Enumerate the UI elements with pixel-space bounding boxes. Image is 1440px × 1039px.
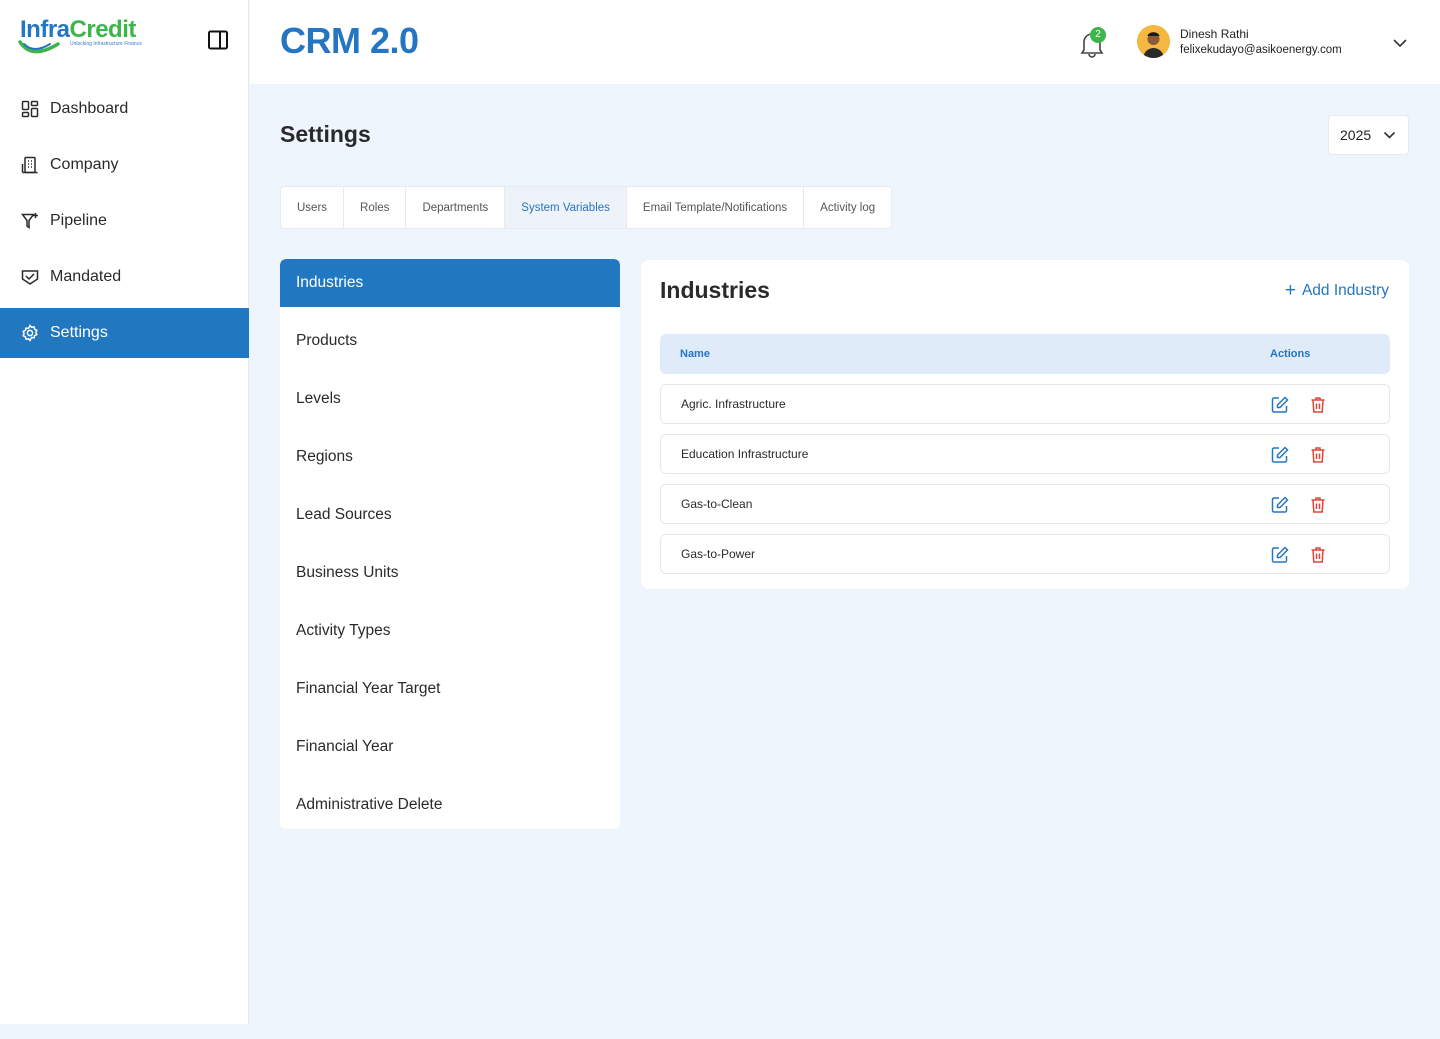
- avatar[interactable]: [1137, 25, 1170, 58]
- variable-item-products[interactable]: Products: [280, 317, 620, 365]
- tab-system-variables[interactable]: System Variables: [505, 187, 627, 228]
- industry-name: Gas-to-Clean: [681, 497, 753, 511]
- sidebar-item-label: Mandated: [50, 268, 122, 285]
- chevron-down-icon: [1393, 39, 1407, 48]
- table-row: Gas-to-Power: [660, 534, 1390, 574]
- column-header-name: Name: [680, 348, 710, 360]
- user-avatar-icon: [1137, 25, 1170, 58]
- handshake-icon: [20, 267, 40, 287]
- sidebar-item-mandated[interactable]: Mandated: [0, 252, 249, 302]
- chevron-down-icon: [1383, 131, 1396, 139]
- year-select-value: 2025: [1340, 127, 1372, 143]
- variable-item-business-units[interactable]: Business Units: [280, 549, 620, 597]
- sidebar-toggle-button[interactable]: [207, 30, 229, 50]
- sidebar-item-company[interactable]: Company: [0, 140, 249, 190]
- column-header-actions: Actions: [1270, 348, 1311, 360]
- variable-item-administrative-delete[interactable]: Administrative Delete: [280, 781, 620, 829]
- user-name: Dinesh Rathi: [1180, 27, 1249, 41]
- edit-icon[interactable]: [1270, 545, 1290, 565]
- tab-email-templates[interactable]: Email Template/Notifications: [627, 187, 805, 228]
- variable-item-financial-year[interactable]: Financial Year: [280, 723, 620, 771]
- trash-icon[interactable]: [1308, 495, 1328, 515]
- tab-departments[interactable]: Departments: [406, 187, 506, 228]
- user-email: felixekudayo@asikoenergy.com: [1180, 44, 1342, 56]
- add-industry-label: Add Industry: [1301, 281, 1389, 299]
- industries-panel: Industries + Add Industry Name Actions A…: [641, 260, 1409, 589]
- edit-icon[interactable]: [1270, 395, 1290, 415]
- logo-swoosh-icon: [18, 40, 60, 54]
- user-menu-toggle[interactable]: [1392, 36, 1408, 48]
- sidebar-item-label: Dashboard: [50, 100, 129, 117]
- add-industry-button[interactable]: + Add Industry: [1285, 281, 1389, 300]
- sidebar-nav: Dashboard Company Pipeline Mandated Sett…: [0, 84, 249, 364]
- edit-icon[interactable]: [1270, 495, 1290, 515]
- notification-count-badge: 2: [1090, 27, 1106, 43]
- variable-item-activity-types[interactable]: Activity Types: [280, 607, 620, 655]
- sidebar-item-label: Pipeline: [50, 212, 107, 229]
- variable-item-industries[interactable]: Industries: [280, 259, 620, 307]
- sidebar-item-dashboard[interactable]: Dashboard: [0, 84, 249, 134]
- infracredit-logo[interactable]: InfraCredit Unlocking Infrastructure Fin…: [18, 16, 148, 62]
- variable-item-lead-sources[interactable]: Lead Sources: [280, 491, 620, 539]
- system-variables-list: Industries Products Levels Regions Lead …: [280, 259, 620, 829]
- plus-icon: +: [1284, 280, 1296, 301]
- industry-name: Education Infrastructure: [681, 447, 809, 461]
- trash-icon[interactable]: [1308, 445, 1328, 465]
- industry-name: Agric. Infrastructure: [681, 397, 786, 411]
- variable-item-regions[interactable]: Regions: [280, 433, 620, 481]
- edit-icon[interactable]: [1270, 445, 1290, 465]
- funnel-icon: [20, 211, 40, 231]
- sidebar-item-pipeline[interactable]: Pipeline: [0, 196, 249, 246]
- app-title: CRM 2.0: [280, 20, 419, 61]
- settings-tabs: Users Roles Departments System Variables…: [280, 186, 893, 229]
- sidebar-item-settings[interactable]: Settings: [0, 308, 249, 358]
- building-icon: [20, 155, 40, 175]
- variable-item-financial-year-target[interactable]: Financial Year Target: [280, 665, 620, 713]
- panel-title: Industries: [660, 277, 770, 303]
- tab-roles[interactable]: Roles: [344, 187, 407, 228]
- sidebar-item-label: Settings: [50, 324, 108, 341]
- trash-icon[interactable]: [1308, 395, 1328, 415]
- top-header: CRM 2.0 2 Dinesh Rathi felixekudayo@asik…: [250, 0, 1440, 84]
- sidebar: InfraCredit Unlocking Infrastructure Fin…: [0, 0, 249, 1024]
- trash-icon[interactable]: [1308, 545, 1328, 565]
- year-select[interactable]: 2025: [1328, 115, 1409, 155]
- gear-icon: [20, 323, 40, 343]
- sidebar-item-label: Company: [50, 156, 119, 173]
- logo-tagline: Unlocking Infrastructure Finance: [70, 41, 142, 47]
- table-row: Gas-to-Clean: [660, 484, 1390, 524]
- industry-name: Gas-to-Power: [681, 547, 756, 561]
- panel-toggle-icon: [208, 30, 228, 50]
- variable-item-levels[interactable]: Levels: [280, 375, 620, 423]
- table-row: Education Infrastructure: [660, 434, 1390, 474]
- tab-activity-log[interactable]: Activity log: [804, 187, 891, 228]
- dashboard-icon: [20, 99, 40, 119]
- tab-users[interactable]: Users: [281, 187, 345, 228]
- table-header: Name Actions: [660, 334, 1390, 374]
- page-title: Settings: [280, 121, 371, 147]
- table-row: Agric. Infrastructure: [660, 384, 1390, 424]
